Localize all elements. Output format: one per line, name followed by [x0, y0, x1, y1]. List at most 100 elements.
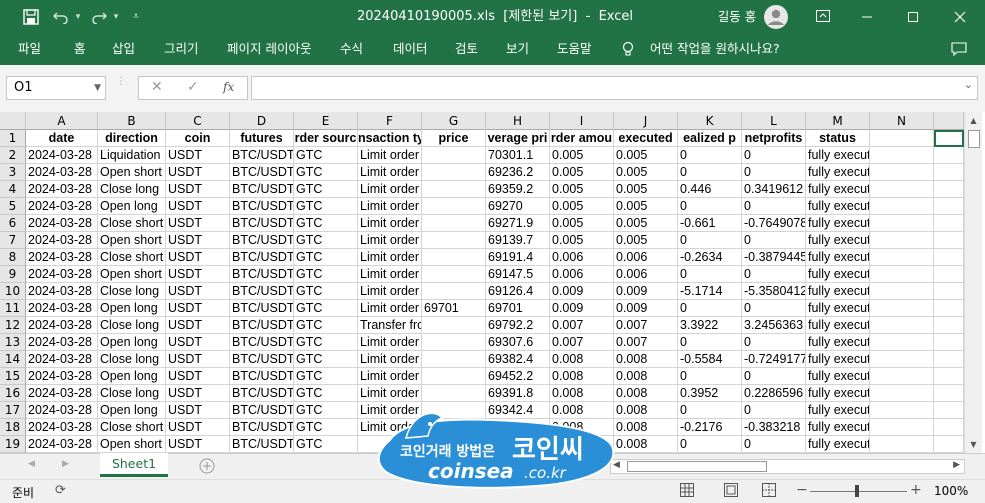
cell-executed[interactable]: 0.007	[614, 334, 678, 351]
cell-status[interactable]: fully executed	[806, 419, 870, 436]
cell-netprofits[interactable]: -0.7649078	[742, 215, 806, 232]
cell-order-amount[interactable]: 0.006	[550, 249, 614, 266]
column-header-C[interactable]: C	[166, 112, 230, 130]
scroll-down-icon[interactable]: ▼	[965, 436, 982, 453]
cell-price[interactable]	[422, 266, 486, 283]
row-header[interactable]: 19	[0, 436, 26, 453]
cell-transaction-type[interactable]: Limit order at market	[358, 368, 422, 385]
cell-status[interactable]: fully executed	[806, 300, 870, 317]
cell-o[interactable]	[934, 334, 964, 351]
cell-status[interactable]: fully executed	[806, 249, 870, 266]
cell-order-amount[interactable]: 0.005	[550, 232, 614, 249]
normal-view-icon[interactable]	[680, 483, 694, 497]
cell-futures[interactable]: BTC/USDT	[230, 215, 294, 232]
cell-realized-pnl[interactable]: -0.2634	[678, 249, 742, 266]
cell-realized-pnl[interactable]: -0.661	[678, 215, 742, 232]
row-header[interactable]: 18	[0, 419, 26, 436]
cell-average-price[interactable]: 69701	[486, 300, 550, 317]
cell-o[interactable]	[934, 283, 964, 300]
formula-input[interactable]: ⌄	[251, 76, 978, 100]
cell-o[interactable]	[934, 164, 964, 181]
cell-futures[interactable]: BTC/USDT	[230, 198, 294, 215]
horizontal-scroll-thumb[interactable]	[627, 461, 767, 472]
cell-o[interactable]	[934, 215, 964, 232]
cell-realized-pnl[interactable]: 0.3952	[678, 385, 742, 402]
cell-order-amount[interactable]: 0.007	[550, 334, 614, 351]
cell-order-source[interactable]: GTC	[294, 402, 358, 419]
row-header[interactable]: 15	[0, 368, 26, 385]
cell-coin[interactable]: USDT	[166, 419, 230, 436]
cell-price[interactable]	[422, 164, 486, 181]
cell-date[interactable]: 2024-03-28	[26, 215, 98, 232]
cell-futures[interactable]: BTC/USDT	[230, 164, 294, 181]
cell-futures[interactable]: BTC/USDT	[230, 266, 294, 283]
cell-order-source[interactable]: GTC	[294, 266, 358, 283]
cell-average-price[interactable]: 69191.4	[486, 249, 550, 266]
column-header-G[interactable]: G	[422, 112, 486, 130]
cell-netprofits[interactable]: 0	[742, 402, 806, 419]
cell-o[interactable]	[934, 402, 964, 419]
cell-coin[interactable]: USDT	[166, 317, 230, 334]
cell-n[interactable]	[870, 385, 934, 402]
cell-order-amount[interactable]: 0.008	[550, 368, 614, 385]
cell-status[interactable]: fully executed	[806, 215, 870, 232]
row-header[interactable]: 5	[0, 198, 26, 215]
cell-coin[interactable]: USDT	[166, 402, 230, 419]
cell-order-source[interactable]: GTC	[294, 249, 358, 266]
cell-realized-pnl[interactable]: 0	[678, 334, 742, 351]
cell-coin[interactable]: USDT	[166, 368, 230, 385]
cell-o[interactable]	[934, 266, 964, 283]
cell-o[interactable]	[934, 317, 964, 334]
cell-order-amount[interactable]: 0.005	[550, 198, 614, 215]
cell-price[interactable]	[422, 147, 486, 164]
cell-date[interactable]: 2024-03-28	[26, 300, 98, 317]
cell-coin[interactable]: USDT	[166, 334, 230, 351]
scroll-sheets-left-icon[interactable]: ◀	[28, 459, 35, 469]
ribbon-display-icon[interactable]	[808, 0, 838, 34]
cell-n[interactable]	[870, 198, 934, 215]
tell-me-box[interactable]: 어떤 작업을 원하시나요?	[650, 34, 780, 65]
cell-transaction-type[interactable]: Limit order at market	[358, 232, 422, 249]
cell-date[interactable]: 2024-03-28	[26, 147, 98, 164]
cell-transaction-type[interactable]: Limit order at market	[358, 164, 422, 181]
cell-n[interactable]	[870, 300, 934, 317]
cell-transaction-type[interactable]: Transfer from Futures	[358, 317, 422, 334]
menu-help[interactable]: 도움말	[557, 34, 592, 65]
cell-average-price[interactable]: 69391.8	[486, 385, 550, 402]
cell-n[interactable]	[870, 419, 934, 436]
cell-price[interactable]	[422, 249, 486, 266]
cell-executed[interactable]: 0.005	[614, 215, 678, 232]
cell-futures[interactable]: BTC/USDT	[230, 368, 294, 385]
cell-status[interactable]: fully executed	[806, 402, 870, 419]
cell-o[interactable]	[934, 385, 964, 402]
cell-direction[interactable]: Open short	[98, 436, 166, 453]
cell-order-source[interactable]: GTC	[294, 300, 358, 317]
cell-netprofits[interactable]: 0	[742, 266, 806, 283]
cell-status[interactable]: fully executed	[806, 181, 870, 198]
name-box-dropdown-icon[interactable]: ▼	[94, 77, 101, 99]
cell-price[interactable]	[422, 334, 486, 351]
insert-function-icon[interactable]: fx	[223, 80, 234, 94]
cell-order-source[interactable]: GTC	[294, 385, 358, 402]
cell-netprofits[interactable]: 0	[742, 368, 806, 385]
cell-futures[interactable]: BTC/USDT	[230, 436, 294, 453]
cell-order-source[interactable]: GTC	[294, 351, 358, 368]
cell-date[interactable]: 2024-03-28	[26, 436, 98, 453]
cell-coin[interactable]: USDT	[166, 198, 230, 215]
row-header[interactable]: 11	[0, 300, 26, 317]
cell-date[interactable]: 2024-03-28	[26, 351, 98, 368]
cell-executed[interactable]: 0.005	[614, 147, 678, 164]
cell-netprofits[interactable]: 0	[742, 164, 806, 181]
cell-price[interactable]	[422, 181, 486, 198]
cell-date[interactable]: 2024-03-28	[26, 334, 98, 351]
cell-price[interactable]	[422, 283, 486, 300]
cell-average-price[interactable]: 69270	[486, 198, 550, 215]
cell-o[interactable]	[934, 419, 964, 436]
cell-direction[interactable]: Open short	[98, 266, 166, 283]
cell-average-price[interactable]: 69382.4	[486, 351, 550, 368]
cell-executed[interactable]: 0.008	[614, 368, 678, 385]
cell-futures[interactable]: BTC/USDT	[230, 334, 294, 351]
header-cell-date[interactable]: date	[26, 130, 98, 147]
select-all-corner[interactable]	[0, 112, 26, 130]
cell-status[interactable]: fully executed	[806, 266, 870, 283]
